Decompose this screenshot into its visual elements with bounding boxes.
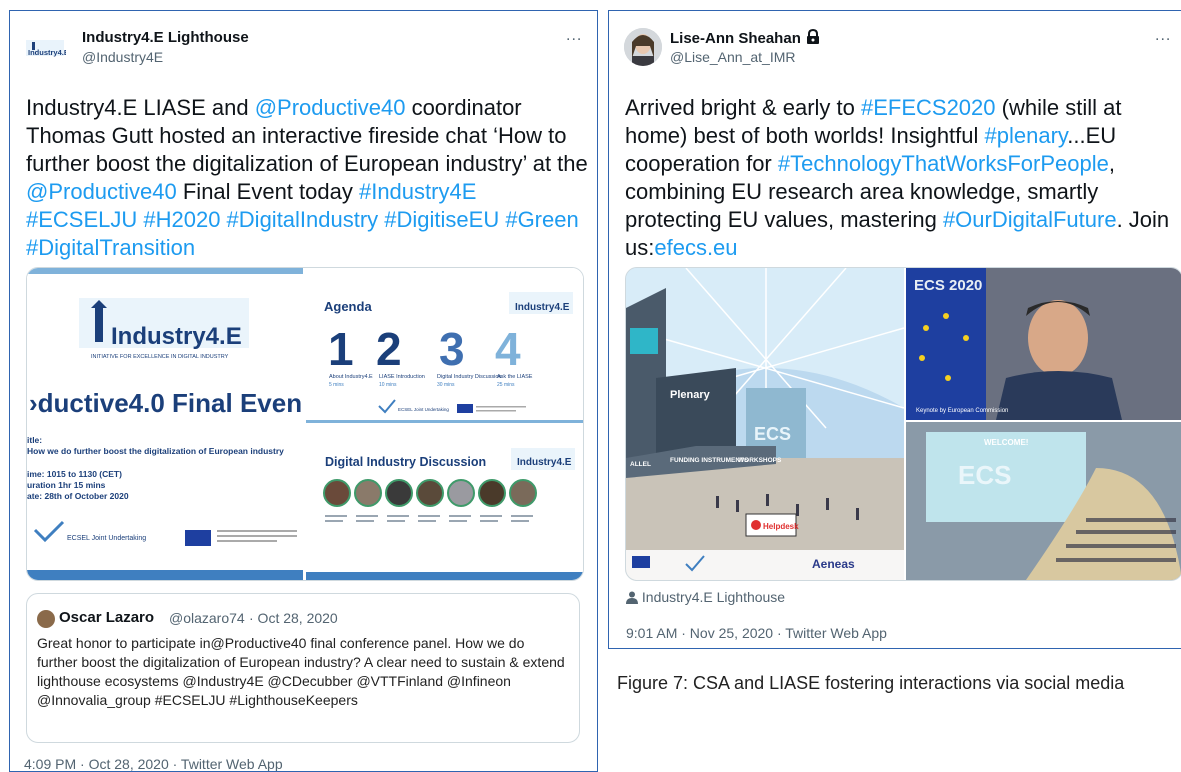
- main-slide-line-1: itle:: [27, 435, 42, 445]
- main-slide-line-2: How we do further boost the digitalizati…: [27, 446, 284, 456]
- right-tweet-media[interactable]: Plenary ECS ALLEL FUNDING INSTRUMENTS WO…: [625, 267, 1181, 581]
- quoted-author-handle[interactable]: @olazaro74: [169, 610, 245, 626]
- main-slide-logo: Industry4.E: [111, 323, 242, 350]
- left-tweet-author-handle[interactable]: @Industry4E: [82, 49, 163, 65]
- plenary-label: Plenary: [670, 389, 711, 401]
- figure-caption: Figure 7: CSA and LIASE fostering intera…: [617, 673, 1125, 693]
- person-icon: [626, 591, 638, 604]
- tweet-link[interactable]: #EFECS2020: [861, 95, 996, 120]
- tweet-link[interactable]: #plenary: [985, 123, 1068, 148]
- welcome-ecs-label: ECS: [958, 460, 1011, 490]
- agenda-logo: Industry4.E: [515, 302, 570, 313]
- main-slide-line-3: ime: 1015 to 1130 (CET): [27, 469, 122, 479]
- left-tweet-timestamp[interactable]: 4:09 PM · Oct 28, 2020 · Twitter Web App: [24, 756, 283, 771]
- lock-icon: [807, 28, 820, 44]
- helpdesk-label: Helpdesk: [763, 522, 799, 531]
- virtual-conference-image: Plenary ECS ALLEL FUNDING INSTRUMENTS WO…: [626, 268, 1181, 580]
- lise-ann-avatar[interactable]: [624, 28, 662, 66]
- tweet-text-segment: Arrived bright & early to: [625, 95, 861, 120]
- main-slide-title: ›ductive4.0 Final Even: [29, 388, 302, 418]
- right-tweet-more-button[interactable]: ...: [1155, 27, 1171, 45]
- left-tweet-text: Industry4.E LIASE and @Productive40 coor…: [26, 94, 591, 262]
- industry4e-avatar[interactable]: Industry4.E: [24, 28, 66, 66]
- keynote-label: Keynote by European Commission: [916, 408, 1008, 414]
- left-tweet-panel: Industry4.E Industry4.E Lighthouse @Indu…: [9, 10, 598, 772]
- ecs-sign-label: ECS: [754, 424, 791, 444]
- main-slide-line-4: uration 1hr 15 mins: [27, 480, 106, 490]
- agenda-title: Agenda: [324, 299, 372, 314]
- tweet-link[interactable]: efecs.eu: [654, 235, 737, 260]
- tweet-text-segment: Industry4.E LIASE and: [26, 95, 255, 120]
- allel-label: ALLEL: [630, 461, 651, 468]
- tweet-link[interactable]: #TechnologyThatWorksForPeople: [778, 151, 1109, 176]
- right-tweet-author-name[interactable]: Lise-Ann Sheahan: [670, 28, 821, 47]
- quoted-tweet-text: Great honor to participate in@Productive…: [37, 635, 565, 708]
- tweet-link[interactable]: #OurDigitalFuture: [943, 207, 1117, 232]
- aeneas-label: Aeneas: [812, 557, 855, 571]
- quoted-author-name[interactable]: Oscar Lazaro: [59, 609, 154, 626]
- tweet-link[interactable]: @Productive40: [255, 95, 406, 120]
- welcome-label: WELCOME!: [984, 438, 1028, 447]
- agenda-item-1-label: About Industry4.E: [329, 374, 373, 380]
- discussion-logo: Industry4.E: [517, 457, 572, 468]
- agenda-footer: ECSEL Joint Undertaking: [398, 407, 449, 412]
- agenda-item-4-label: Ask the LIASE: [497, 374, 533, 380]
- quoted-tweet-date: · Oct 28, 2020: [249, 610, 338, 626]
- quoted-author-avatar[interactable]: [37, 610, 55, 628]
- main-slide-tagline: INITIATIVE FOR EXCELLENCE IN DIGITAL IND…: [91, 354, 229, 360]
- left-tweet-more-button[interactable]: ...: [566, 27, 582, 45]
- right-tweet-author-name-text: Lise-Ann Sheahan: [670, 30, 801, 47]
- right-tweet-panel: Lise-Ann Sheahan @Lise_Ann_at_IMR ... Ar…: [608, 10, 1181, 649]
- main-slide-footer: ECSEL Joint Undertaking: [67, 535, 146, 542]
- agenda-item-3-label: Digital Industry Discussion: [437, 374, 502, 380]
- discussion-title: Digital Industry Discussion: [325, 455, 486, 469]
- agenda-item-3-num: 3: [439, 323, 465, 375]
- agenda-item-2-label: LIASE Introduction: [379, 374, 425, 380]
- slides-image: Industry4.E INITIATIVE FOR EXCELLENCE IN…: [27, 268, 583, 580]
- left-tweet-author-name[interactable]: Industry4.E Lighthouse: [82, 29, 249, 46]
- ecs2020-label: ECS 2020: [914, 277, 982, 294]
- agenda-item-4-num: 4: [495, 323, 521, 375]
- agenda-item-1-time: 5 mins: [329, 382, 344, 388]
- quoted-tweet[interactable]: Oscar Lazaro @olazaro74 · Oct 28, 2020 G…: [26, 593, 580, 743]
- tweet-link[interactable]: @Productive40: [26, 179, 177, 204]
- tagged-user-name: Industry4.E Lighthouse: [641, 589, 786, 605]
- agenda-item-2-time: 10 mins: [379, 382, 397, 388]
- agenda-item-4-time: 25 mins: [497, 382, 515, 388]
- right-tweet-author-handle[interactable]: @Lise_Ann_at_IMR: [670, 49, 796, 65]
- agenda-item-3-time: 30 mins: [437, 382, 455, 388]
- avatar-logo-text: Industry4.E: [28, 48, 66, 57]
- right-tweet-text: Arrived bright & early to #EFECS2020 (wh…: [625, 94, 1181, 262]
- left-tweet-media[interactable]: Industry4.E INITIATIVE FOR EXCELLENCE IN…: [26, 267, 584, 581]
- right-tweet-timestamp[interactable]: 9:01 AM · Nov 25, 2020 · Twitter Web App: [626, 625, 887, 641]
- tweet-text-segment: Final Event today: [176, 179, 359, 204]
- main-slide-line-5: ate: 28th of October 2020: [27, 491, 129, 501]
- agenda-item-1-num: 1: [328, 323, 354, 375]
- agenda-item-2-num: 2: [376, 323, 402, 375]
- tagged-user[interactable]: Industry4.E Lighthouse: [626, 589, 785, 605]
- workshops-label: WORKSHOPS: [738, 457, 782, 464]
